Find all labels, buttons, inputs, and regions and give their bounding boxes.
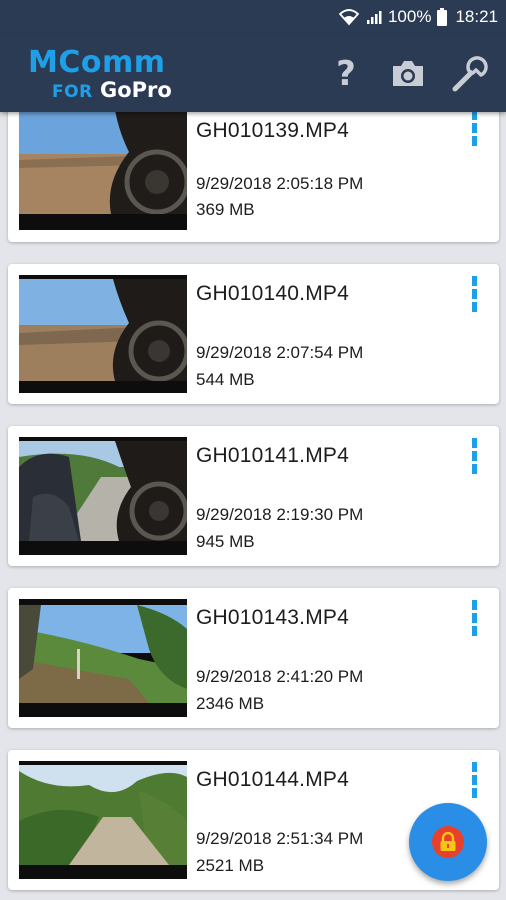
video-date: 9/29/2018 2:51:34 PM [196, 829, 364, 848]
video-thumbnail[interactable] [19, 761, 187, 879]
more-options-icon[interactable] [468, 438, 480, 474]
video-card[interactable]: GH010141.MP4 9/29/2018 2:19:30 PM 945 MB [8, 426, 499, 566]
fab-badge [432, 826, 464, 858]
video-date: 9/29/2018 2:41:20 PM [196, 667, 364, 686]
logo-for-text: FOR [52, 82, 93, 102]
more-options-icon[interactable] [468, 276, 480, 312]
video-list[interactable]: GH010139.MP4 9/29/2018 2:05:18 PM 369 MB… [0, 112, 506, 900]
battery-icon [437, 8, 448, 26]
video-title: GH010139.MP4 [196, 119, 349, 142]
more-options-icon[interactable] [468, 112, 480, 146]
logo-brand: FOR GoPro [52, 78, 172, 104]
more-options-icon[interactable] [468, 762, 480, 798]
help-button[interactable]: ? [326, 54, 366, 94]
logo-brand-text: GoPro [99, 78, 172, 102]
app-logo: MComm FOR GoPro [28, 45, 218, 104]
video-thumbnail[interactable] [19, 437, 187, 555]
video-size: 945 MB [196, 532, 255, 551]
status-bar: 100% 18:21 [0, 0, 506, 34]
video-date: 9/29/2018 2:19:30 PM [196, 505, 364, 524]
video-card[interactable]: GH010143.MP4 9/29/2018 2:41:20 PM 2346 M… [8, 588, 499, 728]
battery-percent: 100% [387, 7, 432, 26]
more-options-icon[interactable] [468, 600, 480, 636]
camera-button[interactable] [388, 54, 428, 94]
video-thumbnail[interactable] [19, 112, 187, 230]
camera-icon [393, 61, 423, 86]
video-card[interactable]: GH010139.MP4 9/29/2018 2:05:18 PM 369 MB [8, 112, 499, 242]
video-date: 9/29/2018 2:07:54 PM [196, 343, 364, 362]
help-icon: ? [336, 54, 356, 94]
video-size: 2346 MB [196, 694, 265, 713]
video-size: 544 MB [196, 370, 255, 389]
video-thumbnail[interactable] [19, 275, 187, 393]
signal-icon [366, 9, 382, 25]
video-size: 2521 MB [196, 856, 265, 875]
video-title: GH010140.MP4 [196, 282, 349, 305]
wifi-icon [338, 8, 360, 26]
settings-button[interactable] [450, 54, 490, 94]
lock-icon [440, 832, 456, 851]
logo-main-text: MComm [28, 45, 166, 80]
video-size: 369 MB [196, 200, 255, 219]
video-title: GH010141.MP4 [196, 444, 349, 467]
lock-fab-button[interactable] [409, 803, 487, 881]
clock: 18:21 [455, 7, 498, 26]
wrench-icon [452, 56, 488, 92]
app-bar: MComm FOR GoPro ? [0, 34, 506, 112]
video-title: GH010143.MP4 [196, 606, 349, 629]
video-card[interactable]: GH010140.MP4 9/29/2018 2:07:54 PM 544 MB [8, 264, 499, 404]
video-thumbnail[interactable] [19, 599, 187, 717]
video-title: GH010144.MP4 [196, 768, 349, 791]
video-date: 9/29/2018 2:05:18 PM [196, 174, 364, 193]
